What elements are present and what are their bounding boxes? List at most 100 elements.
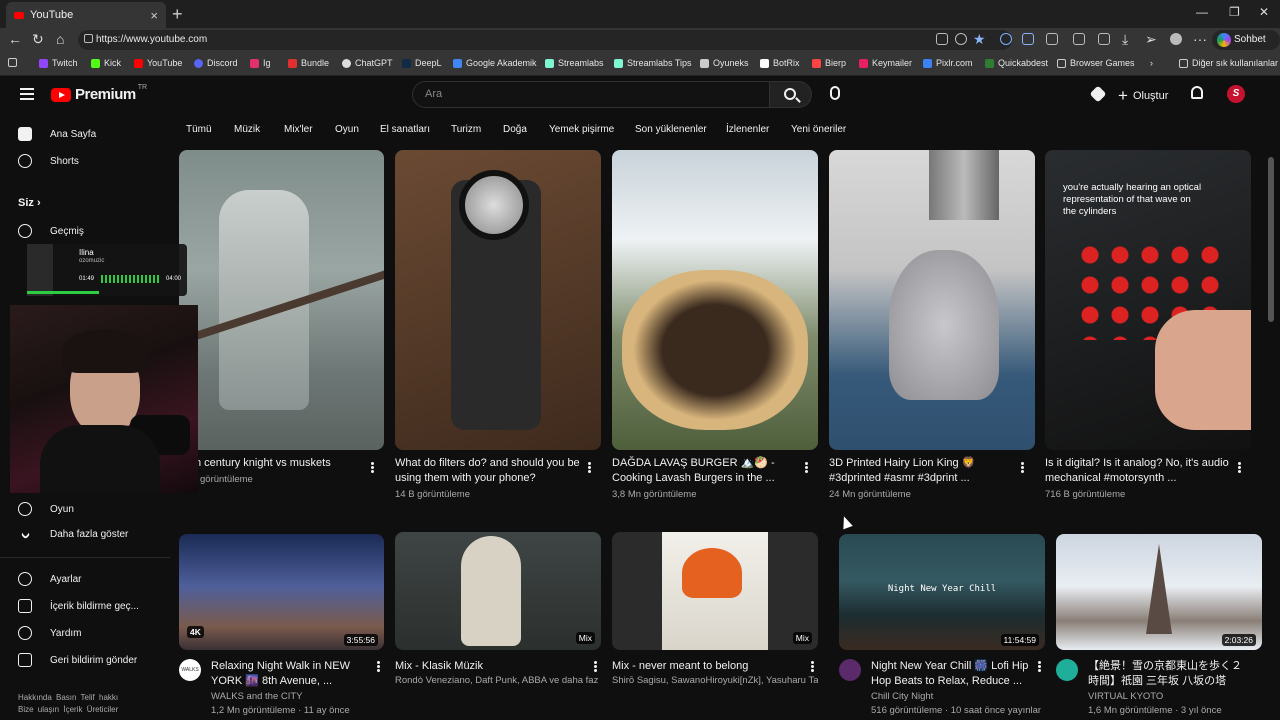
bookmark-0[interactable]: Twitch	[39, 58, 78, 68]
browser-tab[interactable]: YouTube ×	[6, 2, 166, 28]
search-button[interactable]	[769, 81, 812, 108]
short-more-icon-1[interactable]	[588, 466, 591, 469]
video-title-4[interactable]: 【絶景！雪の京都東山を歩く２時間】祇園 三年坂 八坂の塔 清...	[1088, 659, 1246, 689]
video-thumbnail-2[interactable]: Mix	[612, 532, 818, 650]
maximize-icon[interactable]: ❐	[1229, 5, 1240, 19]
bookmark-15[interactable]: Pixlr.com	[923, 58, 973, 68]
bookmark-3[interactable]: Discord	[194, 58, 238, 68]
short-thumbnail-4[interactable]: you're actually hearing an optical repre…	[1045, 150, 1251, 450]
bookmarks-overflow-icon[interactable]: ›	[1150, 58, 1153, 68]
bookmark-4[interactable]: Ig	[250, 58, 271, 68]
translate-icon[interactable]	[936, 33, 948, 45]
chip-10[interactable]: Yeni öneriler	[791, 124, 846, 135]
video-thumbnail-4[interactable]: 2:03:26	[1056, 534, 1262, 650]
downloads-icon[interactable]: ⤓	[1122, 31, 1128, 48]
sidebar-item-shorts[interactable]: Shorts	[18, 154, 79, 168]
profile-icon[interactable]	[1170, 33, 1182, 45]
youtube-premium-logo[interactable]: Premium TR	[51, 84, 147, 103]
video-title-2[interactable]: Mix - never meant to belong	[612, 659, 800, 674]
bookmark-11[interactable]: Oyuneks	[700, 58, 749, 68]
bookmark-1[interactable]: Kick	[91, 58, 121, 68]
sidebar-item-feedback[interactable]: Geri bildirim gönder	[18, 653, 137, 667]
sidebar-show-more[interactable]: Daha fazla göster	[18, 529, 128, 540]
tracking-icon[interactable]	[955, 33, 967, 45]
search-input[interactable]: Ara	[412, 81, 770, 108]
account-avatar[interactable]: S	[1227, 85, 1245, 103]
video-thumbnail-0[interactable]: 4K 3:55:56	[179, 534, 384, 650]
short-title-3[interactable]: 3D Printed Hairy Lion King 🦁 #3dprinted …	[829, 456, 1017, 486]
chip-9[interactable]: İzlenenler	[726, 124, 769, 135]
back-icon[interactable]: ←	[8, 31, 22, 47]
bookmark-17[interactable]: Browser Games	[1057, 58, 1135, 68]
video-thumbnail-1[interactable]: Mix	[395, 532, 601, 650]
short-title-1[interactable]: What do filters do? and should you be us…	[395, 456, 583, 486]
video-title-1[interactable]: Mix - Klasik Müzik	[395, 659, 583, 674]
home-icon[interactable]: ⌂	[56, 31, 64, 47]
chip-8[interactable]: Son yüklenenler	[635, 124, 707, 135]
chip-7[interactable]: Yemek pişirme	[549, 124, 614, 135]
collections-icon[interactable]	[1098, 33, 1110, 45]
more-icon[interactable]: ···	[1193, 31, 1207, 47]
video-title-3[interactable]: Night New Year Chill 🎆 Lofi Hip Hop Beat…	[871, 659, 1029, 689]
bookmark-2[interactable]: YouTube	[134, 58, 182, 68]
channel-avatar-4[interactable]	[1056, 659, 1078, 681]
video-more-icon-3[interactable]	[1038, 665, 1041, 668]
video-more-icon-1[interactable]	[594, 665, 597, 668]
chip-3[interactable]: Oyun	[335, 124, 359, 135]
short-title-4[interactable]: Is it digital? Is it analog? No, it's au…	[1045, 456, 1233, 486]
video-more-icon-2[interactable]	[811, 665, 814, 668]
bookmark-16[interactable]: Quickabdest	[985, 58, 1048, 68]
bookmark-10[interactable]: Streamlabs Tips	[614, 58, 692, 68]
bookmark-14[interactable]: Keymailer	[859, 58, 912, 68]
bookmarks-menu-icon[interactable]	[8, 58, 21, 67]
new-tab-icon[interactable]: +	[172, 4, 183, 25]
sidebar-item-gaming[interactable]: Oyun	[18, 502, 74, 516]
short-thumbnail-2[interactable]	[612, 150, 818, 450]
bookmark-7[interactable]: DeepL	[402, 58, 442, 68]
sidebar-item-history[interactable]: Geçmiş	[18, 224, 84, 238]
minimize-icon[interactable]: —	[1196, 5, 1208, 19]
other-bookmarks[interactable]: Diğer sık kullanılanlar	[1179, 58, 1278, 68]
chip-2[interactable]: Mix'ler	[284, 124, 313, 135]
video-title-0[interactable]: Relaxing Night Walk in NEW YORK 🌆 8th Av…	[211, 659, 363, 689]
url-field[interactable]: https://www.youtube.com	[78, 30, 1012, 50]
bookmark-5[interactable]: Bundle	[288, 58, 329, 68]
sidebar-item-settings[interactable]: Ayarlar	[18, 572, 82, 586]
short-more-icon-3[interactable]	[1021, 466, 1024, 469]
chip-0[interactable]: Tümü	[186, 124, 212, 135]
hamburger-menu-icon[interactable]	[20, 88, 34, 100]
bookmark-6[interactable]: ChatGPT	[342, 58, 393, 68]
close-window-icon[interactable]: ✕	[1259, 5, 1269, 19]
chip-5[interactable]: Turizm	[451, 124, 481, 135]
favorite-star-icon[interactable]: ★	[973, 31, 986, 48]
video-channel-4[interactable]: VIRTUAL KYOTO	[1088, 691, 1256, 702]
video-thumbnail-3[interactable]: Night New Year Chill 11:54:59	[839, 534, 1045, 650]
bookmark-9[interactable]: Streamlabs	[545, 58, 604, 68]
page-scrollbar[interactable]	[1268, 157, 1274, 322]
create-button[interactable]: + Oluştur	[1118, 86, 1168, 106]
chip-6[interactable]: Doğa	[503, 124, 527, 135]
notifications-bell-icon[interactable]	[1191, 86, 1203, 99]
footer-links-2[interactable]: Bize ulaşın İçerik Üreticiler	[18, 705, 118, 714]
site-info-icon[interactable]	[84, 34, 93, 43]
extension-2-icon[interactable]	[1022, 33, 1034, 45]
short-more-icon-2[interactable]	[805, 466, 808, 469]
sidebar-item-report[interactable]: İçerik bildirme geç...	[18, 599, 139, 613]
short-more-icon-0[interactable]	[371, 466, 374, 469]
sidebar-item-home[interactable]: Ana Sayfa	[18, 127, 96, 141]
share-icon[interactable]: ➢	[1145, 31, 1157, 48]
extension-icon[interactable]	[1000, 33, 1012, 45]
short-title-0[interactable]: n century knight vs muskets	[195, 456, 365, 471]
video-channel-2[interactable]: Shirō Sagisu, SawanoHiroyuki[nZk], Yasuh…	[612, 675, 818, 686]
extensions-icon[interactable]	[1046, 33, 1058, 45]
voice-search-icon[interactable]	[830, 86, 840, 100]
split-screen-icon[interactable]	[1073, 33, 1085, 45]
video-channel-1[interactable]: Rondò Veneziano, Daft Punk, ABBA ve daha…	[395, 675, 598, 686]
chip-4[interactable]: El sanatları	[380, 124, 430, 135]
chip-1[interactable]: Müzik	[234, 124, 260, 135]
short-title-2[interactable]: DAĞDA LAVAŞ BURGER 🏔️🥙 - Cooking Lavash …	[612, 456, 800, 486]
short-thumbnail-0[interactable]	[179, 150, 384, 450]
chat-button[interactable]: Sohbet et	[1212, 30, 1280, 65]
video-more-icon-0[interactable]	[377, 665, 380, 668]
sidebar-you-heading[interactable]: Siz ›	[18, 197, 41, 209]
